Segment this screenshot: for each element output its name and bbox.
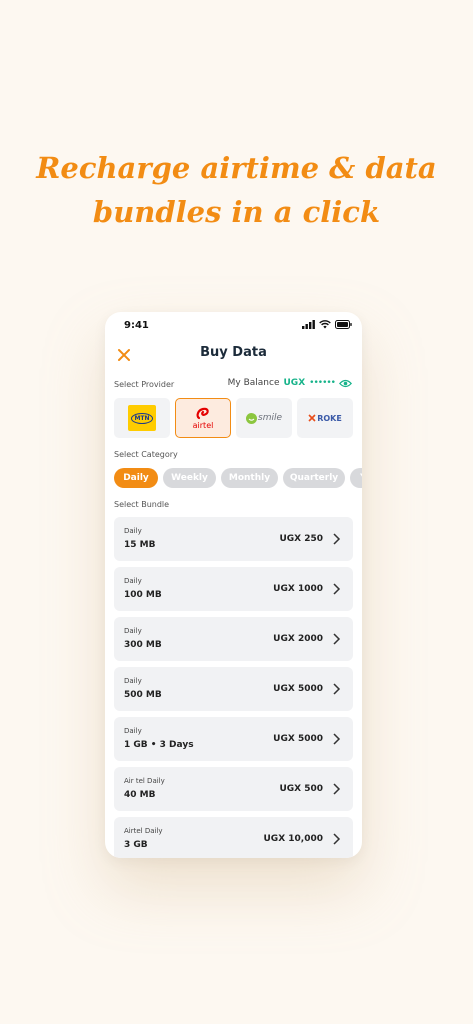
airtel-swirl-icon [196,407,209,419]
smile-logo-text: smile [258,413,282,423]
battery-icon [335,320,352,329]
roke-logo: ROKE [308,414,342,423]
chevron-right-icon [333,733,341,745]
bundle-price: UGX 250 [279,534,323,544]
bundle-price: UGX 5000 [273,734,323,744]
page-title: Buy Data [200,345,267,360]
bundle-item[interactable]: Daily 300 MB UGX 2000 [114,617,353,661]
bundle-category: Air tel Daily [124,777,165,785]
chevron-right-icon [333,833,341,845]
status-time: 9:41 [124,320,149,331]
headline-line-1: Recharge airtime & data [36,151,437,185]
roke-mark-icon [308,414,316,422]
bundle-item[interactable]: Daily 100 MB UGX 1000 [114,567,353,611]
status-bar: 9:41 [105,312,362,340]
promo-headline: Recharge airtime & data bundles in a cli… [0,146,473,234]
bundle-name: 1 GB • 3 Days [124,740,194,750]
bundle-name: 15 MB [124,540,156,550]
app-bar: Buy Data [105,340,362,370]
status-icons [302,320,352,329]
chip-yearly[interactable]: Y [350,468,362,488]
chip-monthly[interactable]: Monthly [221,468,278,488]
bundle-item[interactable]: Air tel Daily 40 MB UGX 500 [114,767,353,811]
airtel-logo: airtel [192,407,214,430]
bundle-name: 100 MB [124,590,162,600]
provider-roke[interactable]: ROKE [297,398,353,438]
bundle-category: Daily [124,677,142,685]
bundle-item[interactable]: Airtel Daily 3 GB UGX 10,000 [114,817,353,858]
mtn-logo-text: MTN [131,412,153,424]
chip-quarterly[interactable]: Quarterly [283,468,345,488]
bundle-category: Daily [124,727,142,735]
chevron-right-icon [333,783,341,795]
balance-display: My Balance UGX •••••• [228,378,352,388]
bundle-price: UGX 500 [279,784,323,794]
balance-masked-value: •••••• [309,378,336,388]
chevron-right-icon [333,583,341,595]
bundle-item[interactable]: Daily 1 GB • 3 Days UGX 5000 [114,717,353,761]
provider-airtel[interactable]: airtel [175,398,231,438]
bundle-price: UGX 1000 [273,584,323,594]
bundle-price: UGX 5000 [273,684,323,694]
bundle-category: Daily [124,627,142,635]
smile-face-icon [246,412,257,424]
select-bundle-label: Select Bundle [114,500,170,509]
provider-list: MTN airtel smile ROKE [114,398,353,438]
chevron-right-icon [333,683,341,695]
balance-currency: UGX [283,378,306,388]
wifi-icon [319,320,331,329]
roke-logo-text: ROKE [317,413,342,423]
chip-weekly[interactable]: Weekly [163,468,216,488]
chevron-right-icon [333,533,341,545]
bundle-price: UGX 2000 [273,634,323,644]
category-chips: Daily Weekly Monthly Quarterly Y [114,468,362,488]
chip-daily[interactable]: Daily [114,468,158,488]
bundle-category: Daily [124,527,142,535]
bundle-name: 300 MB [124,640,162,650]
bundle-item[interactable]: Daily 15 MB UGX 250 [114,517,353,561]
select-category-label: Select Category [114,450,178,459]
headline-line-2: bundles in a click [92,195,381,229]
balance-label: My Balance [227,378,280,388]
mtn-logo: MTN [128,405,156,431]
provider-smile[interactable]: smile [236,398,292,438]
bundle-name: 3 GB [124,840,148,850]
bundle-name: 500 MB [124,690,162,700]
phone-screen: 9:41 Buy Data Select Provider My Balance… [105,312,362,858]
smile-logo: smile [246,412,282,424]
chevron-right-icon [333,633,341,645]
signal-icon [302,320,315,329]
airtel-logo-text: airtel [192,420,214,430]
select-provider-label: Select Provider [114,380,175,389]
bundle-item[interactable]: Daily 500 MB UGX 5000 [114,667,353,711]
eye-icon[interactable] [339,379,352,388]
bundle-category: Airtel Daily [124,827,163,835]
bundle-name: 40 MB [124,790,156,800]
provider-mtn[interactable]: MTN [114,398,170,438]
bundle-category: Daily [124,577,142,585]
bundle-price: UGX 10,000 [263,834,324,844]
